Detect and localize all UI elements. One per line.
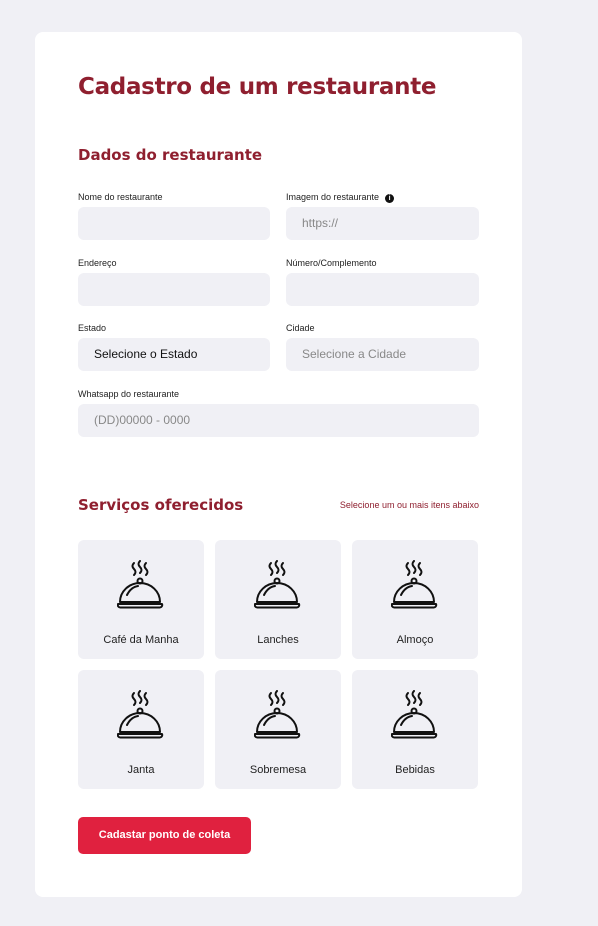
address-field-group: Endereço — [78, 257, 270, 306]
image-label-text: Imagem do restaurante — [286, 192, 380, 202]
section-title-restaurant: Dados do restaurante — [78, 146, 263, 164]
section-title-services: Serviços oferecidos — [78, 496, 244, 514]
service-item-cafe-da-manha[interactable]: Café da Manha — [78, 540, 204, 659]
submit-button[interactable]: Cadastar ponto de coleta — [78, 817, 251, 854]
image-url-input[interactable]: https:// — [286, 207, 479, 240]
image-label: Imagem do restaurante i — [286, 191, 395, 203]
state-field-group: Estado Selecione o Estado — [78, 322, 270, 371]
service-label: Lanches — [257, 634, 299, 646]
cloche-icon — [117, 690, 164, 739]
city-label: Cidade — [286, 323, 315, 333]
cloche-icon — [391, 560, 438, 609]
name-label: Nome do restaurante — [78, 192, 163, 202]
service-label: Janta — [127, 764, 155, 776]
service-label: Almoço — [396, 634, 434, 646]
whatsapp-label: Whatsapp do restaurante — [78, 389, 180, 399]
whatsapp-field-group: Whatsapp do restaurante (DD)00000 - 0000 — [78, 388, 479, 437]
service-item-bebidas[interactable]: Bebidas — [352, 670, 478, 789]
address-label: Endereço — [78, 258, 117, 268]
service-label: Café da Manha — [103, 634, 179, 646]
cloche-icon — [254, 560, 301, 609]
service-item-janta[interactable]: Janta — [78, 670, 204, 789]
number-input[interactable] — [286, 273, 479, 306]
name-input[interactable] — [78, 207, 270, 240]
city-field-group: Cidade Selecione a Cidade — [286, 322, 479, 371]
service-item-lanches[interactable]: Lanches — [215, 540, 341, 659]
address-input[interactable] — [78, 273, 270, 306]
page-title: Cadastro de um restaurante — [78, 74, 437, 100]
service-label: Bebidas — [395, 764, 435, 776]
cloche-icon — [117, 560, 164, 609]
state-label: Estado — [78, 323, 107, 333]
number-field-group: Número/Complemento — [286, 257, 479, 306]
image-field-group: Imagem do restaurante i https:// — [286, 191, 479, 240]
state-select[interactable]: Selecione o Estado — [78, 338, 270, 371]
name-field-group: Nome do restaurante — [78, 191, 270, 240]
info-icon[interactable]: i — [385, 194, 395, 203]
services-hint: Selecione um ou mais itens abaixo — [339, 500, 479, 510]
form-card: Cadastro de um restaurante Dados do rest… — [35, 32, 522, 897]
cloche-icon — [391, 690, 438, 739]
city-select[interactable]: Selecione a Cidade — [286, 338, 479, 371]
service-item-almoco[interactable]: Almoço — [352, 540, 478, 659]
whatsapp-input[interactable]: (DD)00000 - 0000 — [78, 404, 479, 437]
cloche-icon — [254, 690, 301, 739]
service-item-sobremesa[interactable]: Sobremesa — [215, 670, 341, 789]
number-label: Número/Complemento — [286, 258, 377, 268]
service-label: Sobremesa — [249, 764, 307, 776]
